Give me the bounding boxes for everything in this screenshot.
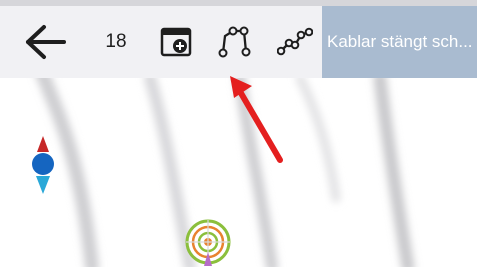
add-layer-button[interactable] <box>150 6 202 78</box>
map-background <box>36 78 415 267</box>
route-polyline-icon <box>218 26 251 58</box>
app-screen: 18 Kablar stängt sch... <box>0 0 477 267</box>
target-location-icon <box>185 219 231 266</box>
top-toolbar: 18 <box>0 6 322 78</box>
my-location-button[interactable] <box>184 218 232 267</box>
track-polyline-icon <box>277 27 313 56</box>
item-count: 18 <box>105 31 127 52</box>
back-button[interactable] <box>16 6 76 78</box>
arrow-left-icon <box>26 25 66 59</box>
calendar-plus-icon <box>160 27 192 57</box>
compass-widget[interactable] <box>28 134 58 198</box>
map-view[interactable] <box>0 78 477 267</box>
route-name-banner[interactable]: Kablar stängt sch... <box>322 6 477 78</box>
track-button[interactable] <box>268 6 322 78</box>
compass-icon <box>32 136 54 194</box>
route-button[interactable] <box>208 6 262 78</box>
